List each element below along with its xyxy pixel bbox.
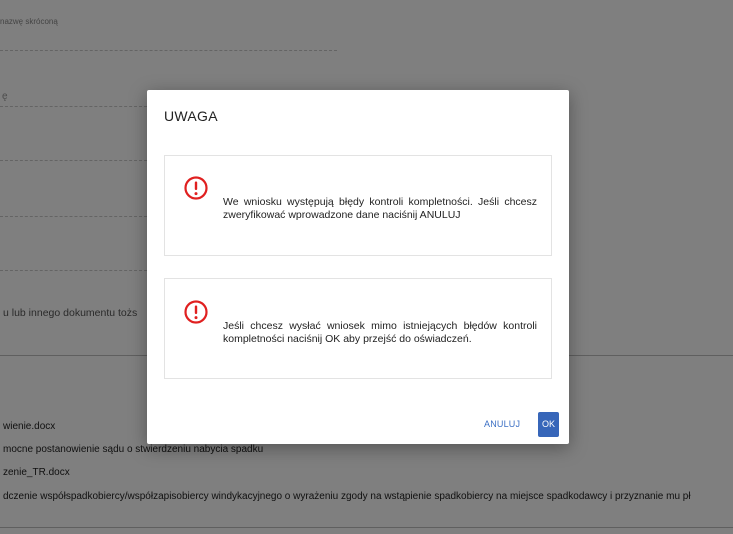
exclamation-circle-icon: [184, 176, 208, 200]
dialog-title: UWAGA: [164, 108, 218, 124]
exclamation-circle-icon: [184, 300, 208, 324]
cancel-button[interactable]: ANULUJ: [484, 419, 520, 429]
message-text: We wniosku występują błędy kontroli komp…: [223, 196, 537, 221]
warning-dialog: UWAGA We wniosku występują błędy kontrol…: [147, 90, 569, 444]
ok-button[interactable]: OK: [538, 412, 559, 437]
message-card: Jeśli chcesz wysłać wniosek mimo istniej…: [164, 278, 552, 379]
message-text: Jeśli chcesz wysłać wniosek mimo istniej…: [223, 320, 537, 345]
message-card: We wniosku występują błędy kontroli komp…: [164, 155, 552, 256]
